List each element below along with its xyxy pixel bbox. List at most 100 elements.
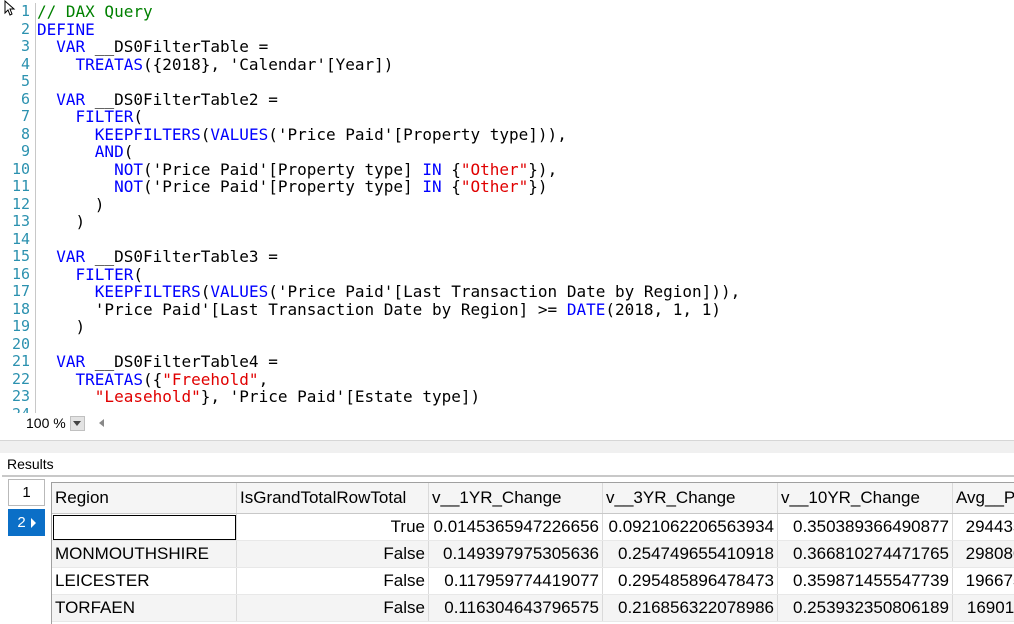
code-text: VAR __DS0FilterTable = <box>37 38 268 56</box>
table-cell[interactable]: 0.366810274471765 <box>778 541 953 568</box>
code-line[interactable]: 5 <box>0 73 1014 91</box>
table-cell[interactable]: True <box>237 514 429 541</box>
code-token: ('Price Paid'[Property type] <box>143 177 422 196</box>
table-cell[interactable]: 0.0921062206563934 <box>603 514 778 541</box>
code-line[interactable]: 21 VAR __DS0FilterTable4 = <box>0 353 1014 371</box>
code-token <box>37 387 95 406</box>
code-token: VALUES <box>210 125 268 144</box>
table-cell[interactable]: 0.216856322078986 <box>603 595 778 622</box>
code-line[interactable]: 22 TREATAS({"Freehold", <box>0 371 1014 389</box>
table-cell[interactable]: 0.350389366490877 <box>778 514 953 541</box>
result-set-tab[interactable]: 1 <box>8 479 45 506</box>
code-line[interactable]: 9 AND( <box>0 143 1014 161</box>
code-line[interactable]: 17 KEEPFILTERS(VALUES('Price Paid'[Last … <box>0 283 1014 301</box>
code-text: VAR __DS0FilterTable4 = <box>37 353 278 371</box>
code-line[interactable]: 6 VAR __DS0FilterTable2 = <box>0 91 1014 109</box>
query-editor[interactable]: 1 // DAX Query2DEFINE3 VAR __DS0FilterTab… <box>0 0 1014 440</box>
code-text: ) <box>37 196 104 214</box>
column-header[interactable]: v__10YR_Change <box>778 483 953 514</box>
code-token: 2018 <box>162 55 201 74</box>
table-row[interactable]: True0.01453659472266560.0921062206563934… <box>52 514 1014 541</box>
table-cell[interactable]: MONMOUTHSHIRE <box>52 541 237 568</box>
table-cell[interactable]: 0.0145365947226656 <box>429 514 603 541</box>
code-line[interactable]: 1 // DAX Query <box>0 3 1014 21</box>
code-text: DEFINE <box>37 21 95 39</box>
zoom-control[interactable]: 100 % <box>26 414 104 432</box>
code-line[interactable]: 3 VAR __DS0FilterTable = <box>0 38 1014 56</box>
code-token <box>37 107 76 126</box>
column-header[interactable]: v__3YR_Change <box>603 483 778 514</box>
table-cell[interactable]: 0.253932350806189 <box>778 595 953 622</box>
result-set-tab[interactable]: 2 <box>8 509 45 536</box>
code-token: __DS0FilterTable = <box>85 37 268 56</box>
table-cell[interactable]: 294435.30 <box>953 514 1014 541</box>
result-set-tabs: 12 <box>8 479 45 539</box>
table-cell[interactable]: 0.117959774419077 <box>429 568 603 595</box>
results-title: Results <box>7 456 54 472</box>
table-cell[interactable]: 0.359871455547739 <box>778 568 953 595</box>
code-text: AND( <box>37 143 133 161</box>
pane-splitter[interactable] <box>0 440 1014 454</box>
table-cell[interactable] <box>52 514 237 541</box>
table-cell[interactable]: 196675.72 <box>953 568 1014 595</box>
code-token: ( <box>201 125 211 144</box>
table-cell[interactable]: False <box>237 568 429 595</box>
code-token: KEEPFILTERS <box>95 125 201 144</box>
code-line[interactable]: 8 KEEPFILTERS(VALUES('Price Paid'[Proper… <box>0 126 1014 144</box>
code-token: VAR <box>56 352 85 371</box>
code-line[interactable]: 23 "Leasehold"}, 'Price Paid'[Estate typ… <box>0 388 1014 406</box>
table-cell[interactable]: 0.116304643796575 <box>429 595 603 622</box>
results-table: RegionIsGrandTotalRowTotalv__1YR_Changev… <box>52 483 1014 622</box>
line-number: 17 <box>0 283 30 301</box>
code-line[interactable]: 12 ) <box>0 196 1014 214</box>
code-token: { <box>442 160 461 179</box>
table-cell[interactable]: 0.295485896478473 <box>603 568 778 595</box>
code-line[interactable]: 14 <box>0 231 1014 249</box>
code-line[interactable]: 15 VAR __DS0FilterTable3 = <box>0 248 1014 266</box>
column-header[interactable]: v__1YR_Change <box>429 483 603 514</box>
column-header[interactable]: Region <box>52 483 237 514</box>
table-cell[interactable]: 298086.29 <box>953 541 1014 568</box>
table-cell[interactable]: TORFAEN <box>52 595 237 622</box>
code-line[interactable]: 13 ) <box>0 213 1014 231</box>
code-line[interactable]: 16 FILTER( <box>0 266 1014 284</box>
code-line[interactable]: 18 'Price Paid'[Last Transaction Date by… <box>0 301 1014 319</box>
line-number: 1 <box>0 3 30 21</box>
table-cell[interactable]: LEICESTER <box>52 568 237 595</box>
code-text: 'Price Paid'[Last Transaction Date by Re… <box>37 301 721 319</box>
results-grid[interactable]: RegionIsGrandTotalRowTotalv__1YR_Changev… <box>51 482 1014 624</box>
code-token: NOT <box>114 177 143 196</box>
code-line[interactable]: 11 NOT('Price Paid'[Property type] IN {"… <box>0 178 1014 196</box>
code-token: FILTER <box>76 107 134 126</box>
table-cell[interactable]: False <box>237 595 429 622</box>
code-line[interactable]: 10 NOT('Price Paid'[Property type] IN {"… <box>0 161 1014 179</box>
code-token <box>37 37 56 56</box>
code-token: "Other" <box>461 160 528 179</box>
column-header[interactable]: Avg__Price <box>953 483 1014 514</box>
code-line[interactable]: 7 FILTER( <box>0 108 1014 126</box>
code-line[interactable]: 24 <box>0 406 1014 414</box>
code-token: TREATAS <box>76 370 143 389</box>
code-token <box>37 177 114 196</box>
table-cell[interactable]: 0.149397975305636 <box>429 541 603 568</box>
scroll-left-icon[interactable] <box>99 419 104 427</box>
table-row[interactable]: MONMOUTHSHIREFalse0.1493979753056360.254… <box>52 541 1014 568</box>
code-line[interactable]: 2DEFINE <box>0 21 1014 39</box>
code-area[interactable]: 1 // DAX Query2DEFINE3 VAR __DS0FilterTab… <box>0 3 1014 413</box>
code-text: ) <box>37 318 85 336</box>
zoom-dropdown-icon[interactable] <box>70 416 85 431</box>
table-row[interactable]: LEICESTERFalse0.1179597744190770.2954858… <box>52 568 1014 595</box>
table-cell[interactable]: False <box>237 541 429 568</box>
line-number: 15 <box>0 248 30 266</box>
code-line[interactable]: 19 ) <box>0 318 1014 336</box>
table-cell[interactable]: 169011.19 <box>953 595 1014 622</box>
code-text: // DAX Query <box>37 3 153 21</box>
line-number: 16 <box>0 266 30 284</box>
code-text: TREATAS({"Freehold", <box>37 371 268 389</box>
code-line[interactable]: 4 TREATAS({2018}, 'Calendar'[Year]) <box>0 56 1014 74</box>
code-token: }, 'Price Paid'[Estate type]) <box>201 387 480 406</box>
code-line[interactable]: 20 <box>0 336 1014 354</box>
table-row[interactable]: TORFAENFalse0.1163046437965750.216856322… <box>52 595 1014 622</box>
column-header[interactable]: IsGrandTotalRowTotal <box>237 483 429 514</box>
table-cell[interactable]: 0.254749655410918 <box>603 541 778 568</box>
